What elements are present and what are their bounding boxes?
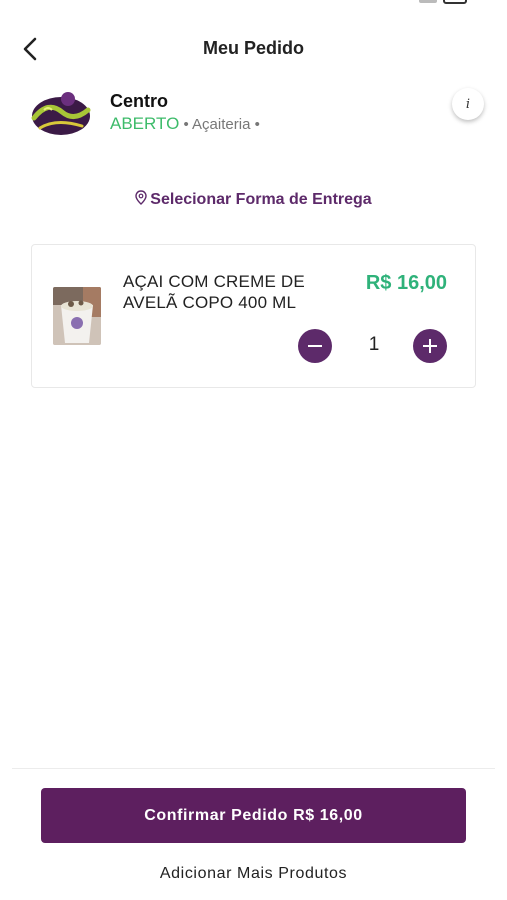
product-name: AÇAI COM CREME DE AVELÃ COPO 400 ML [123, 272, 305, 312]
product-price: R$ 16,00 [365, 272, 447, 294]
select-delivery-button[interactable]: Selecionar Forma de Entrega [0, 190, 507, 209]
store-category: • Açaiteria • [179, 116, 260, 133]
store-status: ABERTO [110, 114, 180, 133]
battery-icon [443, 0, 467, 4]
signal-icon [419, 0, 437, 3]
decrease-quantity-button[interactable] [298, 329, 332, 363]
delivery-label: Selecionar Forma de Entrega [150, 191, 372, 208]
quantity-value: 1 [368, 334, 380, 355]
store-logo [31, 92, 91, 135]
info-icon: i [465, 96, 471, 112]
info-button[interactable]: i [452, 88, 484, 120]
store-header: Centro ABERTO • Açaiteria • i [30, 88, 490, 148]
store-meta: ABERTO • Açaiteria • [110, 114, 260, 134]
status-icons [419, 0, 467, 4]
top-bar: Meu Pedido [0, 30, 507, 70]
store-name: Centro [110, 91, 168, 111]
cart-item: AÇAI COM CREME DE AVELÃ COPO 400 ML R$ 1… [31, 244, 476, 388]
product-image [53, 287, 101, 345]
page-title: Meu Pedido [202, 38, 304, 58]
increase-quantity-button[interactable] [413, 329, 447, 363]
status-bar [0, 0, 507, 8]
add-more-products-button[interactable]: Adicionar Mais Produtos [0, 865, 507, 883]
confirm-order-button[interactable]: Confirmar Pedido R$ 16,00 [41, 788, 466, 843]
map-pin-icon [135, 190, 147, 205]
footer-divider [12, 768, 495, 769]
